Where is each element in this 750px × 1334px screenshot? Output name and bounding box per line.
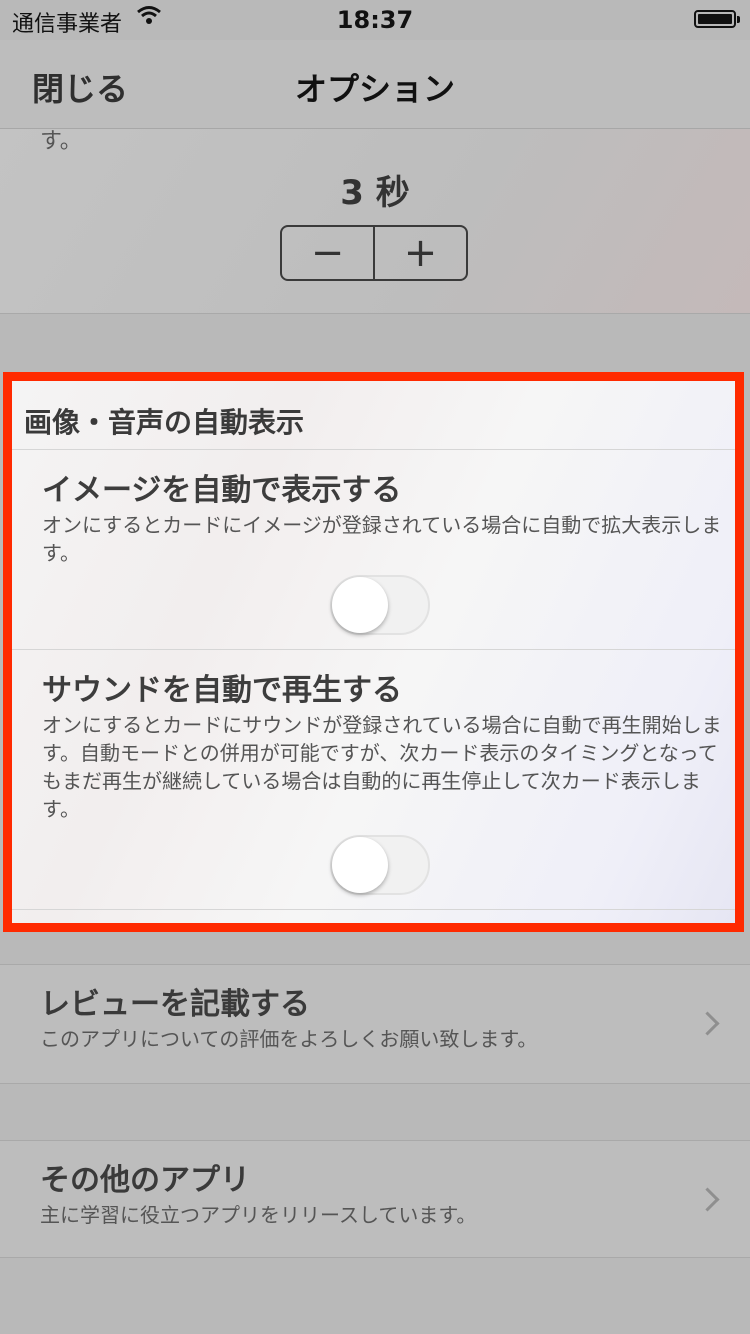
- section-header: 画像・音声の自動表示: [24, 406, 305, 439]
- image-auto-display-toggle[interactable]: [330, 575, 430, 635]
- divider: [12, 909, 735, 910]
- status-bar: 通信事業者 18:37: [0, 0, 750, 40]
- page-title: オプション: [294, 70, 455, 108]
- decrement-button[interactable]: −: [282, 227, 373, 279]
- battery-icon: [694, 10, 740, 28]
- section-gap: [0, 314, 750, 374]
- interval-section: す。 3 秒 − +: [0, 129, 750, 314]
- seconds-stepper[interactable]: − +: [280, 225, 468, 281]
- navigation-bar: 閉じる オプション: [0, 40, 750, 129]
- section-gap: [0, 1084, 750, 1141]
- divider: [12, 649, 735, 650]
- increment-button[interactable]: +: [373, 227, 466, 279]
- write-review-title: レビューを記載する: [40, 987, 310, 1022]
- truncated-description: す。: [40, 129, 82, 154]
- sound-auto-play-description: オンにするとカードにサウンドが登録されている場合に自動で再生開始します。自動モー…: [42, 713, 722, 821]
- status-time: 18:37: [336, 6, 414, 34]
- other-apps-description: 主に学習に役立つアプリをリリースしています。: [40, 1203, 477, 1227]
- other-apps-title: その他のアプリ: [40, 1163, 250, 1198]
- image-auto-display-description: オンにするとカードにイメージが登録されている場合に自動で拡大表示します。: [42, 513, 722, 565]
- image-auto-display-title: イメージを自動で表示する: [42, 473, 402, 508]
- write-review-row[interactable]: レビューを記載する このアプリについての評価をよろしくお願い致します。: [0, 965, 750, 1084]
- write-review-description: このアプリについての評価をよろしくお願い致します。: [40, 1027, 538, 1051]
- seconds-value: 3 秒: [340, 173, 410, 213]
- media-auto-display-section: 画像・音声の自動表示 イメージを自動で表示する オンにするとカードにイメージが登…: [3, 372, 744, 932]
- toggle-knob: [332, 837, 388, 893]
- other-apps-row[interactable]: その他のアプリ 主に学習に役立つアプリをリリースしています。: [0, 1141, 750, 1258]
- sound-auto-play-toggle[interactable]: [330, 835, 430, 895]
- chevron-right-icon: [695, 1187, 720, 1212]
- divider: [12, 449, 735, 450]
- chevron-right-icon: [695, 1011, 720, 1036]
- section-gap: [0, 932, 750, 965]
- toggle-knob: [332, 577, 388, 633]
- bottom-background: [0, 1258, 750, 1334]
- sound-auto-play-title: サウンドを自動で再生する: [42, 673, 402, 708]
